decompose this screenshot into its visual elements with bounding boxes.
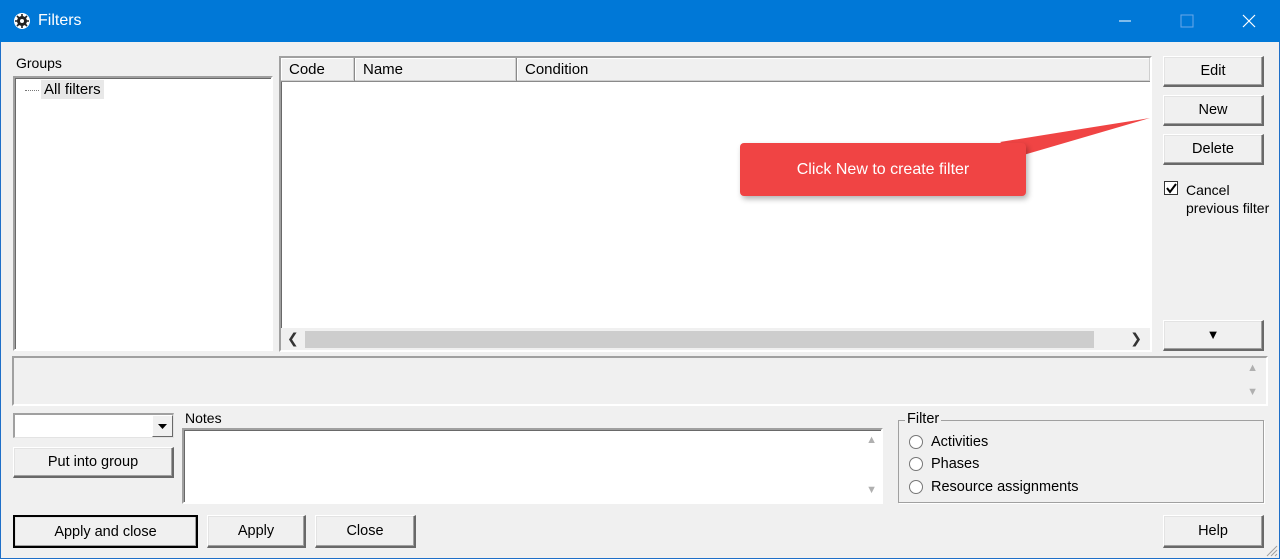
maximize-button[interactable] xyxy=(1156,0,1218,42)
maximize-icon xyxy=(1180,14,1194,28)
scroll-right-icon[interactable]: ❯ xyxy=(1130,330,1142,347)
column-header-code[interactable]: Code xyxy=(281,58,355,82)
edit-button[interactable]: Edit xyxy=(1163,56,1264,87)
close-button[interactable]: Close xyxy=(315,515,416,548)
filter-type-group: Filter Activities Phases Resource assign… xyxy=(898,411,1264,503)
scroll-down-icon[interactable]: ▼ xyxy=(1247,386,1258,398)
scroll-up-icon[interactable]: ▲ xyxy=(1247,362,1258,374)
put-into-group-button[interactable]: Put into group xyxy=(13,447,174,478)
column-header-condition[interactable]: Condition xyxy=(517,58,1150,82)
radio-phases-label[interactable]: Phases xyxy=(931,456,979,472)
column-header-name[interactable]: Name xyxy=(355,58,517,82)
horizontal-scrollbar[interactable]: ❮ ❯ xyxy=(281,328,1150,350)
radio-resource-assignments[interactable] xyxy=(909,480,923,494)
notes-label: Notes xyxy=(185,410,222,426)
title-bar: Filters xyxy=(0,0,1280,42)
filter-type-title: Filter xyxy=(905,411,942,427)
tree-item-label: All filters xyxy=(41,80,104,99)
scroll-thumb[interactable] xyxy=(305,331,1094,348)
cancel-previous-label-2: previous filter xyxy=(1186,200,1270,216)
radio-activities-label[interactable]: Activities xyxy=(931,434,988,450)
window-title: Filters xyxy=(38,12,82,29)
apply-and-close-button[interactable]: Apply and close xyxy=(13,515,198,548)
groups-label: Groups xyxy=(16,55,62,71)
scroll-left-icon[interactable]: ❮ xyxy=(287,330,299,347)
groups-tree[interactable]: All filters xyxy=(13,76,273,351)
more-options-button[interactable]: ▼ xyxy=(1163,320,1264,351)
minimize-button[interactable] xyxy=(1094,0,1156,42)
notes-textarea[interactable]: ▲ ▼ xyxy=(182,428,883,504)
group-select-dropdown[interactable] xyxy=(152,415,173,437)
minimize-icon xyxy=(1119,20,1131,22)
filter-list[interactable]: Code Name Condition ❮ ❯ xyxy=(279,56,1152,352)
apply-button[interactable]: Apply xyxy=(207,515,306,548)
tree-item-all-filters[interactable]: All filters xyxy=(25,80,104,99)
app-icon xyxy=(12,11,32,31)
checkmark-icon xyxy=(1166,183,1177,194)
chevron-down-icon xyxy=(158,424,167,429)
list-header: Code Name Condition xyxy=(281,58,1150,82)
radio-activities[interactable] xyxy=(909,435,923,449)
cancel-previous-filter-checkbox[interactable] xyxy=(1164,181,1178,195)
resize-grip-icon[interactable] xyxy=(1264,543,1278,557)
description-panel: ▲ ▼ xyxy=(12,356,1268,406)
tree-connector xyxy=(25,90,39,91)
notes-scroll-up-icon[interactable]: ▲ xyxy=(866,434,877,446)
radio-resource-assignments-label[interactable]: Resource assignments xyxy=(931,479,1079,495)
help-button[interactable]: Help xyxy=(1163,515,1264,548)
close-icon xyxy=(1242,14,1256,28)
delete-button[interactable]: Delete xyxy=(1163,134,1264,165)
callout-tooltip: Click New to create filter xyxy=(740,143,1026,196)
group-select[interactable] xyxy=(13,413,174,438)
close-window-button[interactable] xyxy=(1218,0,1280,42)
radio-phases[interactable] xyxy=(909,457,923,471)
new-button[interactable]: New xyxy=(1163,95,1264,126)
cancel-previous-label-1: Cancel xyxy=(1186,182,1230,198)
notes-scroll-down-icon[interactable]: ▼ xyxy=(866,484,877,496)
